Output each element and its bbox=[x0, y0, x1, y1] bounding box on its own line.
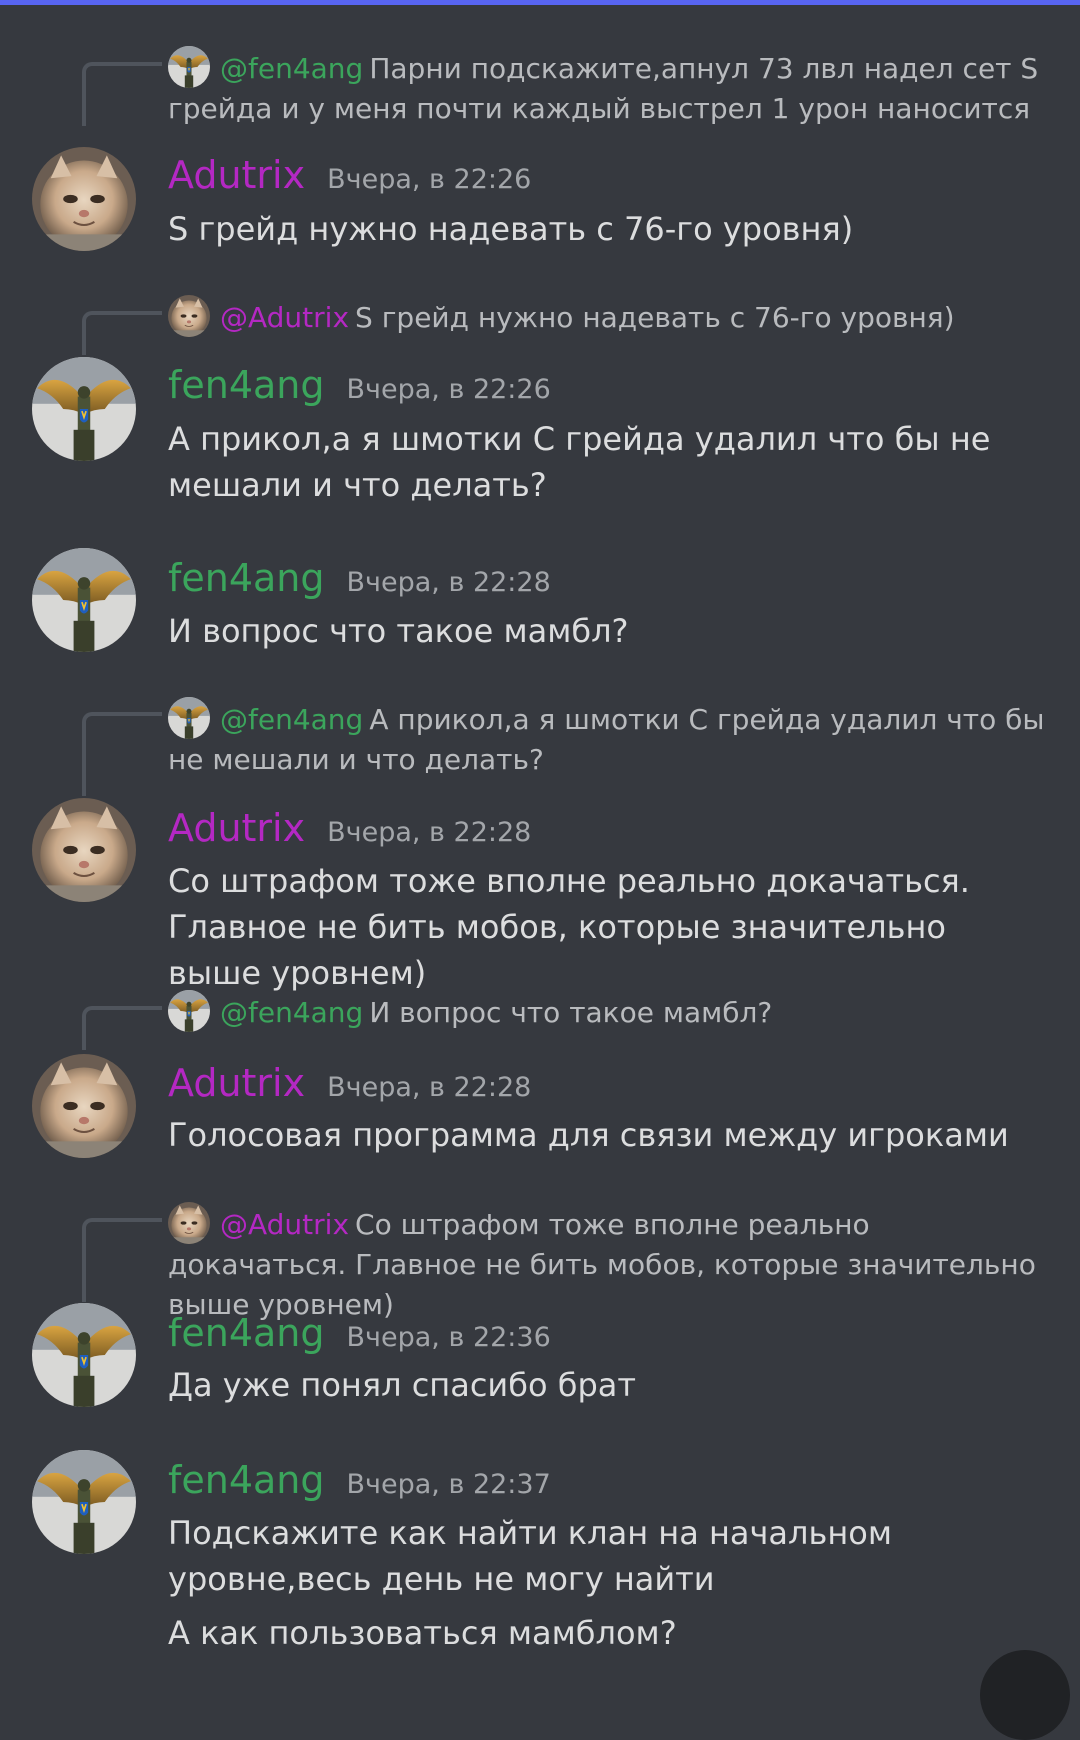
timestamp: Вчера, в 22:28 bbox=[327, 1072, 532, 1103]
author-name[interactable]: fen4ang bbox=[168, 553, 325, 603]
reply-mention[interactable]: @fen4ang bbox=[220, 703, 363, 736]
message-line: А прикол,а я шмотки С грейда удалил что … bbox=[168, 420, 991, 504]
message-header: Adutrix Вчера, в 22:28 bbox=[168, 1058, 531, 1108]
message-header: fen4ang Вчера, в 22:28 bbox=[168, 553, 551, 603]
message-line: И вопрос что такое мамбл? bbox=[168, 612, 629, 650]
timestamp: Вчера, в 22:26 bbox=[327, 164, 532, 195]
reply-preview[interactable]: @fen4ang Парни подскажите,апнул 73 лвл на… bbox=[168, 46, 1048, 129]
reply-text: И вопрос что такое мамбл? bbox=[369, 996, 773, 1029]
jump-to-bottom-button[interactable] bbox=[980, 1650, 1070, 1740]
timestamp: Вчера, в 22:37 bbox=[346, 1469, 551, 1500]
reply-connector bbox=[82, 1218, 162, 1302]
message-header: Adutrix Вчера, в 22:28 bbox=[168, 803, 531, 853]
avatar-fen4ang[interactable] bbox=[32, 548, 136, 652]
avatar-fen4ang[interactable] bbox=[32, 1450, 136, 1554]
avatar-adutrix[interactable] bbox=[32, 1054, 136, 1158]
author-name[interactable]: fen4ang bbox=[168, 1455, 325, 1505]
message-text: И вопрос что такое мамбл? bbox=[168, 608, 1048, 654]
author-name[interactable]: Adutrix bbox=[168, 150, 305, 200]
message-line: Подскажите как найти клан на начальном у… bbox=[168, 1514, 892, 1598]
reply-connector bbox=[82, 62, 162, 126]
message-line: S грейд нужно надевать с 76-го уровня) bbox=[168, 210, 854, 248]
reply-mention[interactable]: @fen4ang bbox=[220, 52, 363, 85]
reply-avatar-icon bbox=[168, 295, 210, 337]
author-name[interactable]: Adutrix bbox=[168, 1058, 305, 1108]
message-text: Со штрафом тоже вполне реально докачатьс… bbox=[168, 858, 1048, 996]
reply-preview[interactable]: @fen4ang А прикол,а я шмотки С грейда уда… bbox=[168, 697, 1048, 780]
reply-avatar-icon bbox=[168, 990, 210, 1032]
timestamp: Вчера, в 22:26 bbox=[346, 374, 551, 405]
message-line: Да уже понял спасибо брат bbox=[168, 1366, 636, 1404]
author-name[interactable]: fen4ang bbox=[168, 360, 325, 410]
avatar-fen4ang[interactable] bbox=[32, 1303, 136, 1407]
reply-mention[interactable]: @Adutrix bbox=[220, 301, 349, 334]
message-text: S грейд нужно надевать с 76-го уровня) bbox=[168, 206, 1048, 252]
message-line: Со штрафом тоже вполне реально докачатьс… bbox=[168, 862, 970, 992]
message-line: А как пользоваться мамблом? bbox=[168, 1614, 677, 1652]
reply-avatar-icon bbox=[168, 697, 210, 739]
message-header: fen4ang Вчера, в 22:26 bbox=[168, 360, 551, 410]
reply-text: S грейд нужно надевать с 76-го уровня) bbox=[355, 301, 955, 334]
message-text: А прикол,а я шмотки С грейда удалил что … bbox=[168, 416, 1048, 508]
message-text: Подскажите как найти клан на начальном у… bbox=[168, 1510, 1048, 1656]
message-header: fen4ang Вчера, в 22:36 bbox=[168, 1308, 551, 1358]
timestamp: Вчера, в 22:36 bbox=[346, 1322, 551, 1353]
message-text: Голосовая программа для связи между игро… bbox=[168, 1112, 1048, 1158]
reply-connector bbox=[82, 311, 162, 355]
message-text: Да уже понял спасибо брат bbox=[168, 1362, 1048, 1408]
timestamp: Вчера, в 22:28 bbox=[327, 817, 532, 848]
reply-avatar-icon bbox=[168, 46, 210, 88]
message-line: Голосовая программа для связи между игро… bbox=[168, 1116, 1009, 1154]
message-header: fen4ang Вчера, в 22:37 bbox=[168, 1455, 551, 1505]
message-header: Adutrix Вчера, в 22:26 bbox=[168, 150, 531, 200]
reply-mention[interactable]: @fen4ang bbox=[220, 996, 363, 1029]
author-name[interactable]: fen4ang bbox=[168, 1308, 325, 1358]
avatar-adutrix[interactable] bbox=[32, 147, 136, 251]
reply-connector bbox=[82, 712, 162, 796]
reply-preview[interactable]: @Adutrix S грейд нужно надевать с 76-го у… bbox=[168, 295, 1048, 338]
chat-message-list[interactable]: @fen4ang Парни подскажите,апнул 73 лвл на… bbox=[0, 0, 1080, 1740]
reply-avatar-icon bbox=[168, 1202, 210, 1244]
reply-preview[interactable]: @fen4ang И вопрос что такое мамбл? bbox=[168, 990, 1048, 1033]
reply-mention[interactable]: @Adutrix bbox=[220, 1208, 349, 1241]
avatar-adutrix[interactable] bbox=[32, 798, 136, 902]
reply-connector bbox=[82, 1006, 162, 1050]
reply-preview[interactable]: @Adutrix Со штрафом тоже вполне реально д… bbox=[168, 1202, 1048, 1325]
avatar-fen4ang[interactable] bbox=[32, 357, 136, 461]
timestamp: Вчера, в 22:28 bbox=[346, 567, 551, 598]
author-name[interactable]: Adutrix bbox=[168, 803, 305, 853]
